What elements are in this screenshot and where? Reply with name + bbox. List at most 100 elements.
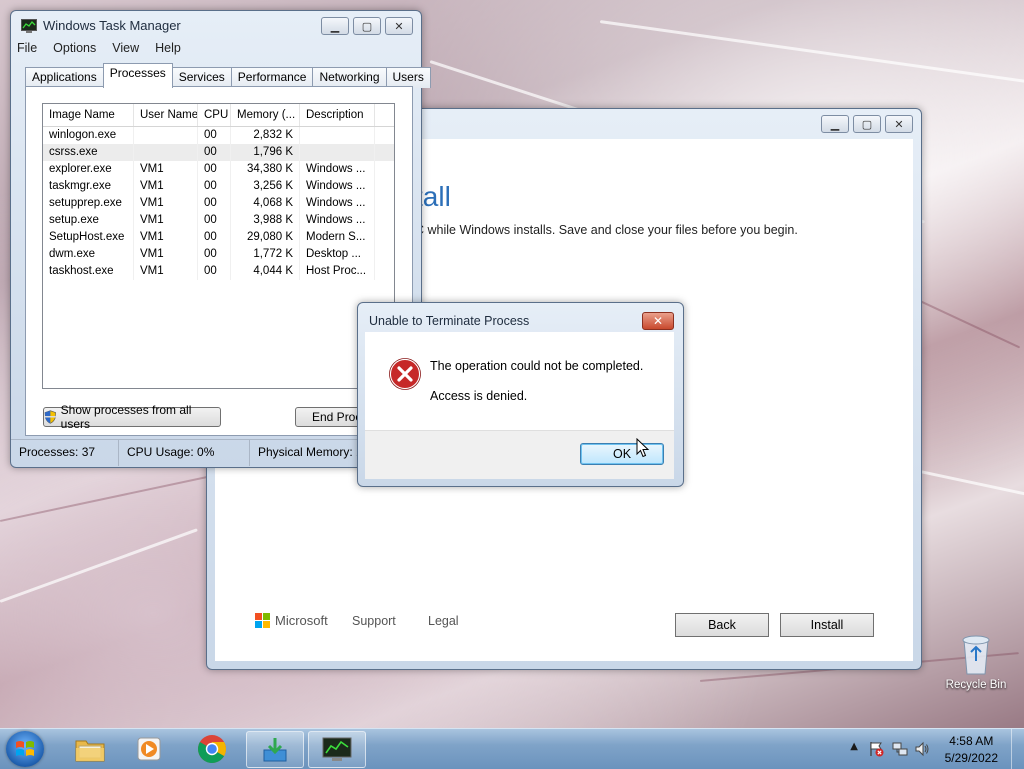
menu-options[interactable]: Options <box>53 41 96 55</box>
cell-description: Windows ... <box>300 212 375 229</box>
maximize-button[interactable]: ▢ <box>353 17 381 35</box>
tab-users[interactable]: Users <box>385 67 431 88</box>
status-cpu-usage: CPU Usage: 0% <box>119 440 250 466</box>
legal-link[interactable]: Legal <box>428 614 459 628</box>
tab-services[interactable]: Services <box>171 67 232 88</box>
windows-logo-icon <box>16 741 34 756</box>
column-image-name[interactable]: Image Name <box>43 104 134 126</box>
process-list[interactable]: Image Name User Name CPU Memory (... Des… <box>42 103 395 389</box>
taskbar-chrome[interactable] <box>184 731 240 766</box>
recycle-bin-desktop-icon[interactable]: Recycle Bin <box>944 632 1008 691</box>
cell-name: setupprep.exe <box>43 195 134 212</box>
table-row[interactable]: setupprep.exe VM1 00 4,068 K Windows ... <box>43 195 394 212</box>
table-row[interactable]: explorer.exe VM1 00 34,380 K Windows ... <box>43 161 394 178</box>
task-manager-taskbar-icon <box>322 737 352 761</box>
cell-description: Modern S... <box>300 229 375 246</box>
table-row[interactable]: dwm.exe VM1 00 1,772 K Desktop ... <box>43 246 394 263</box>
cell-description: Windows ... <box>300 195 375 212</box>
dialog-close-button[interactable]: ✕ <box>642 312 674 330</box>
install-button[interactable]: Install <box>780 613 874 637</box>
action-center-flag-icon[interactable] <box>868 741 884 757</box>
system-clock[interactable]: 4:58 AM 5/29/2022 <box>945 733 998 767</box>
column-memory[interactable]: Memory (... <box>231 104 300 126</box>
taskbar-setup[interactable] <box>246 731 304 768</box>
support-link[interactable]: Support <box>352 614 396 628</box>
setup-description: C while Windows installs. Save and close… <box>415 223 798 237</box>
volume-icon[interactable] <box>914 741 930 757</box>
close-button[interactable]: ✕ <box>385 17 413 35</box>
table-row[interactable]: SetupHost.exe VM1 00 29,080 K Modern S... <box>43 229 394 246</box>
cell-user <box>134 144 198 161</box>
column-description[interactable]: Description <box>300 104 375 126</box>
tab-applications[interactable]: Applications <box>25 67 104 88</box>
cell-memory: 3,988 K <box>231 212 300 229</box>
cell-cpu: 00 <box>198 195 231 212</box>
show-hidden-icons-icon[interactable]: ▲ <box>850 741 858 752</box>
table-row[interactable]: csrss.exe 00 1,796 K <box>43 144 394 161</box>
cell-name: explorer.exe <box>43 161 134 178</box>
media-player-icon <box>137 737 161 760</box>
cell-description <box>300 127 375 144</box>
recycle-bin-icon <box>962 635 990 675</box>
menu-file[interactable]: File <box>17 41 37 55</box>
dialog-footer: OK <box>365 430 674 479</box>
tab-processes[interactable]: Processes <box>102 63 173 88</box>
cell-cpu: 00 <box>198 127 231 144</box>
taskbar-task-manager[interactable] <box>308 731 366 768</box>
ok-button[interactable]: OK <box>580 443 664 465</box>
menu-help[interactable]: Help <box>155 41 181 55</box>
task-manager-icon <box>21 18 37 33</box>
folder-icon <box>75 740 105 761</box>
chrome-icon <box>198 734 226 763</box>
cell-cpu: 00 <box>198 178 231 195</box>
show-all-processes-label: Show processes from all users <box>60 403 192 431</box>
column-cpu[interactable]: CPU <box>198 104 231 126</box>
taskbar-media-player[interactable] <box>122 731 178 766</box>
mouse-cursor-icon <box>636 438 650 458</box>
cell-name: SetupHost.exe <box>43 229 134 246</box>
cell-memory: 4,068 K <box>231 195 300 212</box>
status-processes: Processes: 37 <box>11 440 119 466</box>
show-desktop-button[interactable] <box>1011 729 1024 769</box>
cell-memory: 3,256 K <box>231 178 300 195</box>
minimize-button[interactable]: ▁ <box>321 17 349 35</box>
cell-user <box>134 127 198 144</box>
column-user-name[interactable]: User Name <box>134 104 198 126</box>
error-dialog[interactable]: Unable to Terminate Process ✕ The operat… <box>357 302 684 487</box>
table-row[interactable]: setup.exe VM1 00 3,988 K Windows ... <box>43 212 394 229</box>
show-all-processes-button[interactable]: Show processes from all users <box>43 403 221 431</box>
table-row[interactable]: taskmgr.exe VM1 00 3,256 K Windows ... <box>43 178 394 195</box>
cell-cpu: 00 <box>198 246 231 263</box>
microsoft-logo-icon <box>255 613 270 628</box>
cell-name: taskhost.exe <box>43 263 134 280</box>
menu-view[interactable]: View <box>112 41 139 55</box>
cell-user: VM1 <box>134 263 198 280</box>
table-row[interactable]: winlogon.exe 00 2,832 K <box>43 127 394 144</box>
taskbar-explorer[interactable] <box>62 731 118 766</box>
tab-strip: Applications Processes Services Performa… <box>25 63 431 88</box>
network-icon[interactable] <box>892 741 908 757</box>
start-button[interactable] <box>6 731 44 767</box>
cell-description: Host Proc... <box>300 263 375 280</box>
uac-shield-icon <box>44 410 57 424</box>
cell-memory: 1,772 K <box>231 246 300 263</box>
cell-name: csrss.exe <box>43 144 134 161</box>
list-header: Image Name User Name CPU Memory (... Des… <box>43 104 394 127</box>
tab-networking[interactable]: Networking <box>312 67 387 88</box>
processes-panel: Image Name User Name CPU Memory (... Des… <box>25 86 413 436</box>
setup-installer-icon <box>263 737 287 761</box>
error-icon <box>389 358 421 390</box>
back-button[interactable]: Back <box>675 613 769 637</box>
tab-performance[interactable]: Performance <box>230 67 314 88</box>
cell-user: VM1 <box>134 246 198 263</box>
cell-user: VM1 <box>134 178 198 195</box>
cell-description: Desktop ... <box>300 246 375 263</box>
cell-name: taskmgr.exe <box>43 178 134 195</box>
cell-description <box>300 144 375 161</box>
dialog-title: Unable to Terminate Process <box>369 314 530 328</box>
table-row[interactable]: taskhost.exe VM1 00 4,044 K Host Proc... <box>43 263 394 280</box>
cell-name: dwm.exe <box>43 246 134 263</box>
minimize-button[interactable]: ▁ <box>821 115 849 133</box>
maximize-button[interactable]: ▢ <box>853 115 881 133</box>
close-button[interactable]: ✕ <box>885 115 913 133</box>
